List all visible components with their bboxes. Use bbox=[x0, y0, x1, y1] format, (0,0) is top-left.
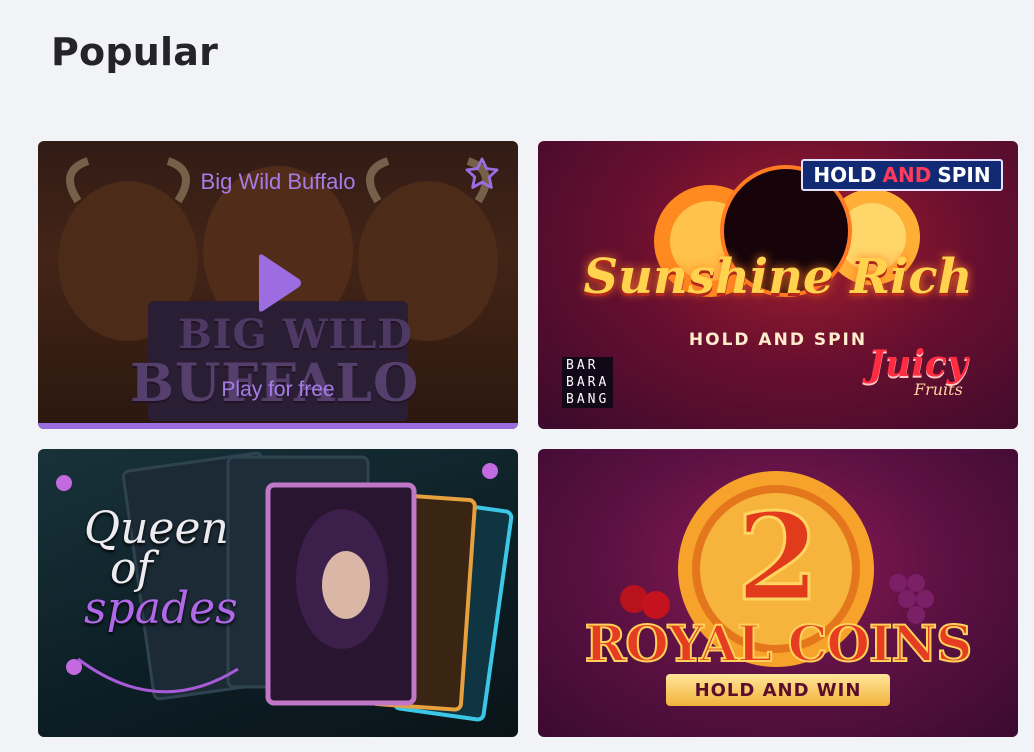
art-title: ROYAL COINS bbox=[584, 613, 974, 674]
provider-logo: BAR BARA BANG bbox=[562, 357, 614, 408]
game-card-sunshine-rich[interactable]: HOLD AND SPIN Sunshine Rich HOLD AND SPI… bbox=[538, 141, 1018, 429]
games-grid: BIG WILD BUFFALO Big Wild Buffalo Play f… bbox=[38, 141, 1018, 737]
hover-accent-bar bbox=[38, 423, 518, 429]
badge-word-hold: HOLD bbox=[813, 163, 877, 187]
game-name: Big Wild Buffalo bbox=[200, 169, 356, 194]
play-icon[interactable] bbox=[255, 253, 303, 313]
brand-logo-sub: Fruits bbox=[914, 380, 963, 399]
game-card-queen-of-spades[interactable]: Queen of spades bbox=[38, 449, 518, 737]
brand-logo: Juicy bbox=[868, 343, 968, 385]
hold-and-spin-badge: HOLD AND SPIN bbox=[801, 159, 1003, 191]
play-for-free-link[interactable]: Play for free bbox=[38, 378, 518, 402]
art-number: 2 bbox=[735, 486, 822, 630]
art-title: Sunshine Rich bbox=[583, 249, 973, 305]
game-card-royal-coins-2[interactable]: 2 ROYAL COINS HOLD AND WIN bbox=[538, 449, 1018, 737]
game-card-big-wild-buffalo[interactable]: BIG WILD BUFFALO Big Wild Buffalo Play f… bbox=[38, 141, 518, 429]
art-title-line: Queen bbox=[84, 503, 229, 554]
art-title-line: spades bbox=[84, 583, 238, 634]
badge-word-and: AND bbox=[882, 163, 932, 187]
section-title: Popular bbox=[51, 30, 219, 74]
provider-line: BAR bbox=[566, 358, 599, 373]
art-title: Queen of spades bbox=[84, 503, 238, 634]
art-subtitle: HOLD AND WIN bbox=[666, 674, 890, 706]
badge-word-spin: SPIN bbox=[937, 163, 991, 187]
star-outline-icon[interactable] bbox=[462, 155, 502, 193]
provider-line: BARA bbox=[566, 375, 610, 390]
provider-line: BANG bbox=[566, 392, 610, 407]
